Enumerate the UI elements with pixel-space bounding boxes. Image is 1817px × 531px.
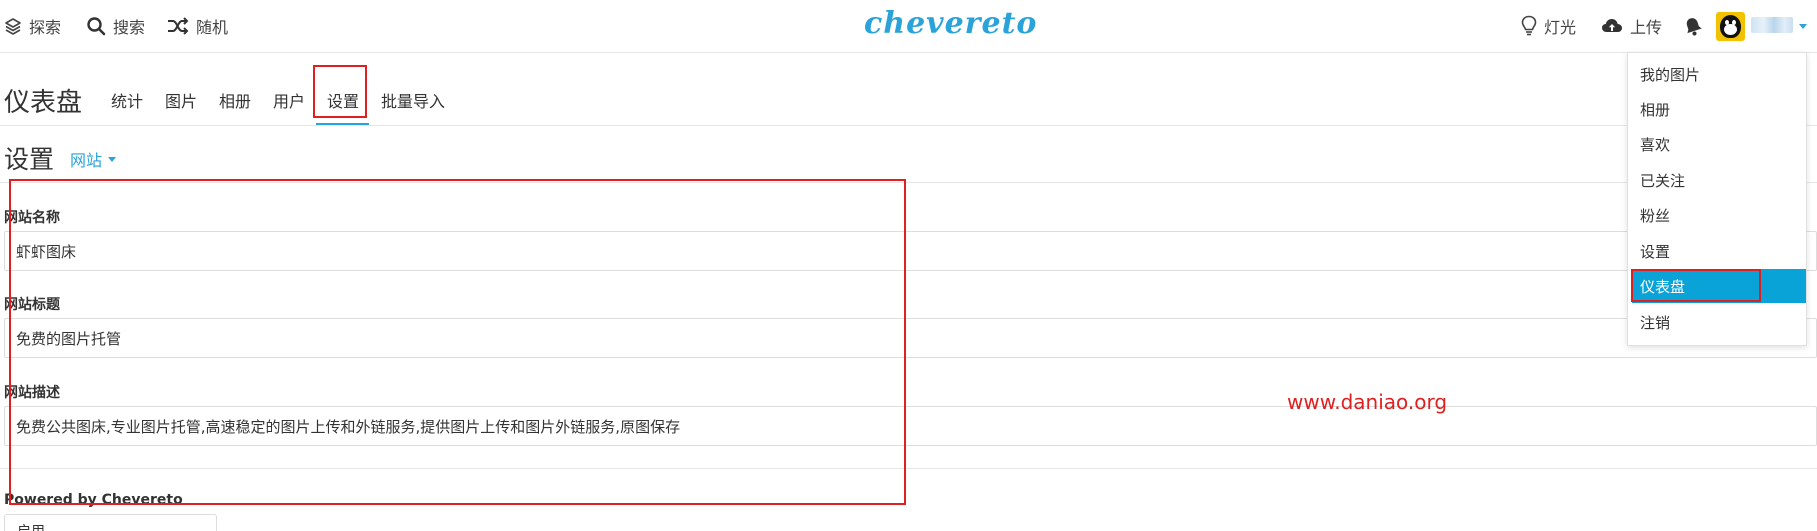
annotation-box bbox=[1631, 269, 1761, 302]
menu-item-logout[interactable]: 注销 bbox=[1628, 305, 1806, 339]
annotation-box bbox=[9, 179, 906, 505]
shuffle-icon bbox=[167, 17, 189, 35]
annotation-box bbox=[313, 65, 367, 118]
menu-item-albums[interactable]: 相册 bbox=[1628, 92, 1806, 126]
chevron-down-icon[interactable] bbox=[1799, 24, 1807, 29]
notifications-button[interactable] bbox=[1684, 14, 1702, 38]
caret-down-icon bbox=[108, 156, 117, 162]
upload-label: 上传 bbox=[1630, 18, 1663, 37]
menu-item-likes[interactable]: 喜欢 bbox=[1628, 127, 1806, 161]
search-label: 搜索 bbox=[113, 18, 146, 37]
tab-bulk-import[interactable]: 批量导入 bbox=[381, 88, 445, 112]
menu-item-my-images[interactable]: 我的图片 bbox=[1628, 57, 1806, 91]
search-icon bbox=[86, 16, 106, 36]
section-label: 网站 bbox=[70, 151, 103, 170]
divider bbox=[0, 125, 1817, 126]
cloud-upload-icon bbox=[1601, 17, 1623, 35]
lightbulb-icon bbox=[1521, 15, 1537, 37]
settings-title: 设置 bbox=[4, 145, 55, 174]
menu-item-following[interactable]: 已关注 bbox=[1628, 163, 1806, 197]
site-logo[interactable]: chevereto bbox=[864, 6, 1037, 41]
tab-stats[interactable]: 统计 bbox=[111, 88, 143, 112]
explore-label: 探索 bbox=[29, 18, 62, 37]
powered-by-select[interactable]: 启用 bbox=[4, 514, 217, 531]
light-toggle[interactable]: 灯光 bbox=[1521, 14, 1576, 38]
avatar[interactable] bbox=[1716, 12, 1745, 41]
upload-button[interactable]: 上传 bbox=[1601, 14, 1662, 38]
top-bar: 探索 搜索 随机 chevereto 灯光 上传 bbox=[0, 0, 1817, 53]
menu-item-followers[interactable]: 粉丝 bbox=[1628, 198, 1806, 232]
random-link[interactable]: 随机 bbox=[167, 14, 228, 38]
light-label: 灯光 bbox=[1544, 18, 1577, 37]
tab-albums[interactable]: 相册 bbox=[219, 88, 251, 112]
menu-item-settings[interactable]: 设置 bbox=[1628, 234, 1806, 268]
watermark: www.daniao.org bbox=[1287, 390, 1448, 414]
dashboard-title: 仪表盘 bbox=[4, 88, 83, 118]
bell-icon bbox=[1684, 16, 1702, 36]
tab-users[interactable]: 用户 bbox=[273, 88, 305, 112]
search-link[interactable]: 搜索 bbox=[86, 14, 145, 38]
layers-icon bbox=[4, 17, 22, 35]
explore-link[interactable]: 探索 bbox=[4, 14, 61, 38]
username-blurred[interactable] bbox=[1751, 17, 1793, 33]
settings-section-dropdown[interactable]: 网站 bbox=[70, 147, 117, 171]
tab-images[interactable]: 图片 bbox=[165, 88, 197, 112]
random-label: 随机 bbox=[196, 18, 229, 37]
